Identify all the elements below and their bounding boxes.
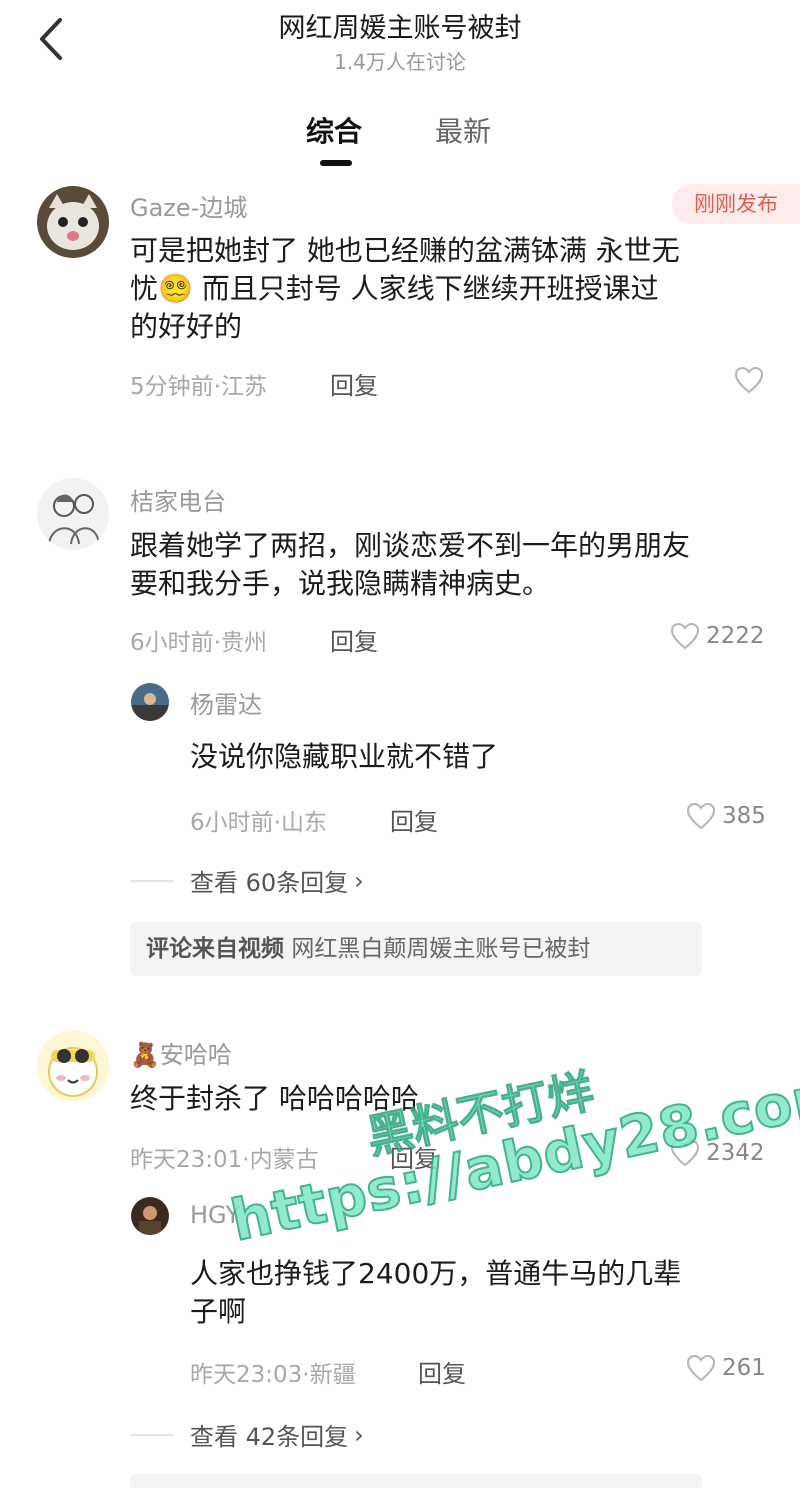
- comment-username[interactable]: Gaze-边城: [130, 188, 247, 223]
- like-button[interactable]: 2342: [670, 1139, 765, 1167]
- comment-username[interactable]: 🧸安哈哈: [130, 1035, 232, 1070]
- reply-button[interactable]: 回复: [390, 1139, 438, 1174]
- view-more-replies[interactable]: 查看 42条回复 ›: [130, 1417, 364, 1452]
- reply-text: 人家也挣钱了2400万，普通牛马的几辈 子啊: [190, 1255, 770, 1331]
- reply-button[interactable]: 回复: [330, 622, 378, 657]
- reply-username[interactable]: HGY: [190, 1201, 240, 1229]
- bear-icon: 🧸: [130, 1041, 160, 1069]
- reply-username[interactable]: 杨雷达: [190, 685, 262, 720]
- reply-button[interactable]: 回复: [330, 366, 378, 401]
- like-button[interactable]: 261: [686, 1354, 766, 1382]
- like-count: 385: [722, 803, 766, 829]
- reply-button[interactable]: 回复: [390, 802, 438, 837]
- discussion-count: 1.4万人在讨论: [334, 50, 466, 74]
- avatar[interactable]: [37, 1030, 109, 1102]
- comment-text: 可是把她封了 她也已经赚的盆满钵满 永世无 忧😵‍💫 而且只封号 人家线下继续开…: [130, 232, 770, 346]
- tab-comprehensive[interactable]: 综合: [306, 110, 362, 150]
- heart-icon: [734, 366, 764, 394]
- reply-meta: 昨天23:03·新疆: [190, 1362, 356, 1388]
- chevron-right-icon: ›: [354, 866, 364, 895]
- like-count: 261: [722, 1355, 766, 1381]
- like-count: 2222: [706, 623, 765, 649]
- reply-text-line: 人家也挣钱了2400万，普通牛马的几辈: [190, 1257, 682, 1290]
- comment-text: 跟着她学了两招，刚谈恋爱不到一年的男朋友 要和我分手，说我隐瞒精神病史。: [130, 527, 780, 603]
- page-title: 网红周媛主账号被封: [278, 13, 522, 44]
- heart-icon: [670, 1139, 700, 1167]
- like-count: 2342: [706, 1140, 765, 1166]
- comment-meta: 5分钟前·江苏: [130, 374, 267, 400]
- divider: [130, 1433, 174, 1436]
- chevron-right-icon: ›: [354, 1420, 364, 1449]
- comment-meta: 昨天23:01·内蒙古: [130, 1147, 319, 1173]
- tab-active-indicator: [320, 160, 352, 166]
- view-more-label: 查看 42条回复: [190, 1423, 349, 1451]
- tab-latest[interactable]: 最新: [435, 110, 491, 150]
- reply-button[interactable]: 回复: [418, 1354, 466, 1389]
- comment-text-line: 忧😵‍💫 而且只封号 人家线下继续开班授课过: [130, 272, 659, 305]
- next-source-box: [130, 1474, 702, 1488]
- reply-avatar[interactable]: [131, 1197, 169, 1235]
- comment-meta: 6小时前·贵州: [130, 630, 267, 656]
- new-post-badge: 刚刚发布: [672, 184, 800, 224]
- avatar[interactable]: [37, 186, 109, 258]
- view-more-replies[interactable]: 查看 60条回复 ›: [130, 863, 364, 898]
- comment-text-line: 跟着她学了两招，刚谈恋爱不到一年的男朋友: [130, 529, 691, 562]
- source-label: 评论来自视频: [146, 936, 284, 962]
- comment-text-line: 可是把她封了 她也已经赚的盆满钵满 永世无: [130, 234, 680, 267]
- like-button[interactable]: [734, 366, 764, 394]
- source-title: 网红黑白颠周媛主账号已被封: [291, 936, 591, 962]
- comment-text-line: 的好好的: [130, 310, 243, 343]
- video-source-link[interactable]: 评论来自视频 网红黑白颠周媛主账号已被封: [130, 922, 702, 976]
- comment-text-line: 要和我分手，说我隐瞒精神病史。: [130, 567, 551, 600]
- comment-username[interactable]: 桔家电台: [130, 482, 226, 517]
- reply-avatar[interactable]: [131, 683, 169, 721]
- header: 网红周媛主账号被封 1.4万人在讨论 综合 最新: [0, 0, 800, 180]
- reply-text: 没说你隐藏职业就不错了: [190, 740, 499, 773]
- heart-icon: [686, 802, 716, 830]
- avatar[interactable]: [37, 478, 109, 550]
- username-text: 安哈哈: [159, 1041, 232, 1069]
- heart-icon: [686, 1354, 716, 1382]
- like-button[interactable]: 2222: [670, 622, 765, 650]
- view-more-label: 查看 60条回复: [190, 869, 349, 897]
- tab-bar: 综合 最新: [0, 110, 800, 170]
- comment-text: 终于封杀了 哈哈哈哈哈: [130, 1082, 419, 1115]
- divider: [130, 879, 174, 882]
- reply-text-line: 子啊: [190, 1295, 247, 1328]
- like-button[interactable]: 385: [686, 802, 766, 830]
- heart-icon: [670, 622, 700, 650]
- reply-meta: 6小时前·山东: [190, 810, 327, 836]
